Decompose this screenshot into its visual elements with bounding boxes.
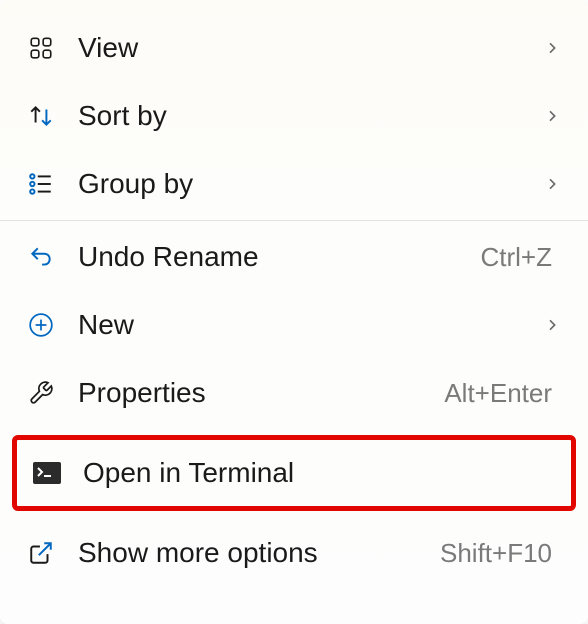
chevron-right-icon — [536, 176, 560, 192]
grid-icon — [28, 35, 78, 61]
chevron-right-icon — [536, 317, 560, 333]
sort-icon — [28, 103, 78, 129]
menu-shortcut: Ctrl+Z — [481, 242, 553, 273]
wrench-icon — [28, 380, 78, 406]
undo-icon — [28, 244, 78, 270]
menu-label: Sort by — [78, 100, 536, 132]
show-more-options-menu-item[interactable]: Show more options Shift+F10 — [0, 519, 588, 587]
group-by-menu-item[interactable]: Group by — [0, 150, 588, 218]
chevron-right-icon — [536, 108, 560, 124]
new-menu-item[interactable]: New — [0, 291, 588, 359]
properties-menu-item[interactable]: Properties Alt+Enter — [0, 359, 588, 427]
undo-menu-item[interactable]: Undo Rename Ctrl+Z — [0, 223, 588, 291]
menu-label: Group by — [78, 168, 536, 200]
menu-shortcut: Shift+F10 — [440, 538, 552, 569]
menu-label: Open in Terminal — [83, 457, 555, 489]
chevron-right-icon — [536, 40, 560, 56]
menu-label: Undo Rename — [78, 241, 481, 273]
context-menu: View Sort by — [0, 0, 588, 624]
menu-label: View — [78, 32, 536, 64]
terminal-icon — [33, 462, 83, 484]
menu-shortcut: Alt+Enter — [444, 378, 552, 409]
menu-label: Properties — [78, 377, 444, 409]
group-icon — [28, 171, 78, 197]
view-menu-item[interactable]: View — [0, 14, 588, 82]
highlight-annotation: Open in Terminal — [12, 435, 576, 511]
sort-by-menu-item[interactable]: Sort by — [0, 82, 588, 150]
external-link-icon — [28, 540, 78, 566]
plus-circle-icon — [28, 312, 78, 338]
menu-label: Show more options — [78, 537, 440, 569]
menu-separator — [0, 220, 588, 221]
menu-label: New — [78, 309, 536, 341]
open-in-terminal-menu-item[interactable]: Open in Terminal — [17, 440, 571, 506]
